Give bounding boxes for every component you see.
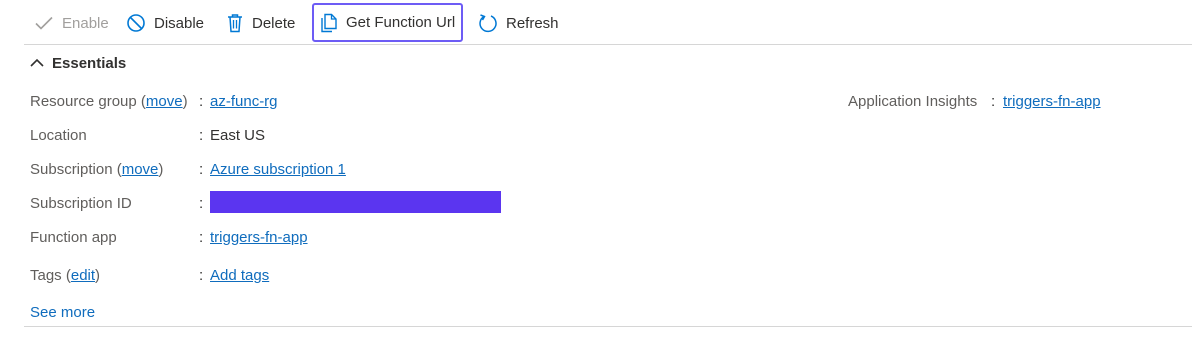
move-resource-group-link[interactable]: move: [146, 93, 183, 110]
refresh-button[interactable]: Refresh: [478, 6, 559, 40]
checkmark-icon: [34, 13, 54, 33]
essentials-bottom-divider: [24, 326, 1192, 327]
copy-document-icon: [320, 13, 338, 33]
colon: :: [199, 266, 204, 284]
subscription-value-link[interactable]: Azure subscription 1: [210, 161, 346, 178]
function-app-label: Function app: [30, 228, 117, 246]
function-app-value-link[interactable]: triggers-fn-app: [210, 229, 308, 246]
disable-button[interactable]: Disable: [126, 6, 204, 40]
delete-button[interactable]: Delete: [226, 6, 295, 40]
location-label: Location: [30, 126, 87, 144]
edit-tags-link[interactable]: edit: [71, 267, 95, 284]
trash-icon: [226, 13, 244, 33]
close-paren: ): [158, 160, 164, 178]
chevron-up-icon: [30, 55, 44, 72]
redacted-subscription-id: [210, 191, 501, 213]
tags-label: Tags: [30, 266, 62, 284]
disable-circle-icon: [126, 13, 146, 33]
close-paren: ): [95, 266, 101, 284]
colon: :: [199, 194, 204, 212]
get-function-url-button[interactable]: Get Function Url: [311, 3, 464, 42]
resource-group-label: Resource group: [30, 92, 137, 110]
move-subscription-link[interactable]: move: [122, 161, 159, 178]
app-insights-label: Application Insights: [848, 92, 978, 110]
toolbar-divider: [24, 44, 1192, 45]
subscription-label-wrap: Subscription (move): [30, 161, 163, 178]
enable-button[interactable]: Enable: [34, 6, 109, 40]
resource-group-label-wrap: Resource group (move): [30, 93, 188, 110]
colon: :: [991, 92, 996, 110]
colon: :: [199, 228, 204, 246]
enable-label: Enable: [62, 14, 109, 32]
subscription-label: Subscription: [30, 160, 113, 178]
command-bar: Enable Disable Delete Get Function Url R…: [24, 3, 1192, 42]
colon: :: [199, 92, 204, 110]
resource-group-value-link[interactable]: az-func-rg: [210, 93, 278, 110]
get-function-url-label: Get Function Url: [346, 14, 456, 31]
colon: :: [199, 160, 204, 178]
essentials-toggle[interactable]: Essentials: [30, 52, 126, 74]
disable-label: Disable: [154, 14, 205, 32]
add-tags-link[interactable]: Add tags: [210, 267, 269, 284]
refresh-label: Refresh: [506, 14, 559, 32]
essentials-title: Essentials: [52, 54, 127, 72]
delete-label: Delete: [252, 14, 296, 32]
see-more-link[interactable]: See more: [30, 304, 95, 321]
app-insights-value-link[interactable]: triggers-fn-app: [1003, 93, 1101, 110]
subscription-id-label: Subscription ID: [30, 194, 132, 212]
refresh-icon: [478, 13, 498, 33]
close-paren: ): [182, 92, 188, 110]
tags-label-wrap: Tags (edit): [30, 267, 100, 284]
resource-group-row: Resource group (move) : az-func-rg Appli…: [30, 90, 1190, 112]
colon: :: [199, 126, 204, 144]
location-value: East US: [210, 126, 266, 144]
